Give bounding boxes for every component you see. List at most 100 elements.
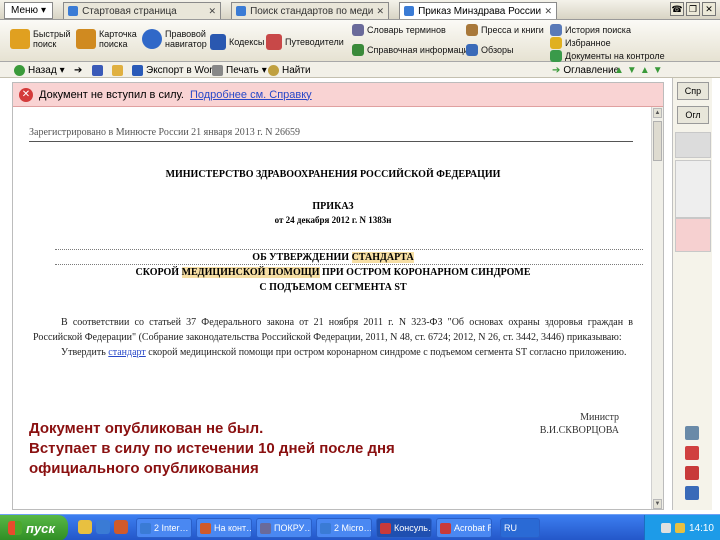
tab-order-document[interactable]: Приказ Минздрава России от 24.12.2… ✕ <box>399 2 558 19</box>
taskbar-item[interactable]: ПОКРУ… <box>256 518 312 538</box>
chevron-down-icon: ▾ <box>261 64 267 76</box>
registration-line: Зарегистрировано в Минюсте России 21 янв… <box>29 127 633 142</box>
ribbon-label: Обзоры <box>481 45 514 55</box>
down-arrow-icon[interactable]: ▼ <box>627 65 637 76</box>
press-books-button[interactable]: Пресса и книги <box>466 24 544 36</box>
forward-arrow-icon: ➔ <box>74 64 83 76</box>
taskbar-item[interactable]: 2 Inter… <box>136 518 192 538</box>
down-arrow-icon[interactable]: ▼ <box>653 65 663 76</box>
phone-icon[interactable]: ☎ <box>670 2 684 16</box>
contents-panel-button[interactable]: Огл <box>677 106 709 124</box>
banner-text: Документ не вступил в силу. <box>39 88 184 101</box>
folder-icon <box>112 64 123 76</box>
scroll-thumb[interactable] <box>653 121 662 161</box>
close-window-icon[interactable]: ✕ <box>702 2 716 16</box>
menu-button[interactable]: Меню ▾ <box>4 2 54 19</box>
start-button[interactable]: пуск <box>0 515 68 540</box>
ribbon-label: Словарь терминов <box>367 25 446 35</box>
terms-dictionary-button[interactable]: Словарь терминов <box>352 24 446 36</box>
legal-navigator-button[interactable]: Правовой навигатор <box>142 29 207 49</box>
search-history-button[interactable]: История поиска <box>550 24 631 36</box>
close-icon[interactable]: ✕ <box>377 6 385 17</box>
tab-start-page[interactable]: Стартовая страница ✕ <box>63 2 222 19</box>
tab-label: Поиск стандартов по медицинск… <box>250 5 372 17</box>
quick-launch-icon[interactable] <box>78 520 92 534</box>
banner-help-link[interactable]: Подробнее см. Справку <box>190 89 312 101</box>
ministry-heading: МИНИСТЕРСТВО ЗДРАВООХРАНЕНИЯ РОССИЙСКОЙ … <box>165 169 501 180</box>
panel-section <box>675 132 711 158</box>
favorites-button[interactable]: Избранное <box>550 37 611 49</box>
system-tray: 14:10 <box>644 515 720 540</box>
save-icon <box>92 64 103 76</box>
flag-icon[interactable] <box>685 446 699 460</box>
back-arrow-icon <box>14 64 25 76</box>
document-view: ✕ Документ не вступил в силу. Подробнее … <box>12 82 664 510</box>
ribbon-label: Избранное <box>565 38 611 48</box>
arrow-icon[interactable] <box>685 426 699 440</box>
taskbar-item[interactable]: На конт… <box>196 518 252 538</box>
clock: 14:10 <box>688 522 714 534</box>
export-word-button[interactable]: Экспорт в Word <box>132 63 218 77</box>
tab-standards-search[interactable]: Поиск стандартов по медицинск… ✕ <box>231 2 390 19</box>
quick-launch-icon[interactable] <box>114 520 128 534</box>
pdf-icon[interactable] <box>685 466 699 480</box>
toolbar-extra: ▲ ▼ ▲ ▼ <box>614 63 663 77</box>
tray-icon[interactable] <box>660 523 671 533</box>
taskbar-item-active[interactable]: Консуль… <box>376 518 432 538</box>
reference-panel-button[interactable]: Спр <box>677 82 709 100</box>
scroll-up-icon[interactable]: ▲ <box>653 108 662 118</box>
back-label: Назад <box>28 64 57 76</box>
up-arrow-icon[interactable]: ▲ <box>640 65 650 76</box>
restore-icon[interactable]: ❐ <box>686 2 700 16</box>
contents-button[interactable]: ➔ Оглавление <box>552 63 619 77</box>
guide-icon <box>266 34 282 50</box>
ribbon-label: Правовой <box>165 29 206 39</box>
quick-launch-icon[interactable] <box>96 520 110 534</box>
tray-icon[interactable] <box>674 523 685 533</box>
taskbar-item[interactable]: 2 Micro… <box>316 518 372 538</box>
standard-link[interactable]: стандарт <box>108 347 146 358</box>
ribbon-label: поиска <box>99 39 128 49</box>
ribbon-label: Карточка <box>99 29 137 39</box>
codes-button[interactable]: Кодексы <box>210 34 264 50</box>
panel-section <box>675 160 711 218</box>
reference-info-button[interactable]: Справочная информация <box>352 44 474 56</box>
windows-taskbar: пуск 2 Inter… На конт… ПОКРУ… 2 Micro… К… <box>0 514 720 540</box>
chevron-down-icon: ▾ <box>59 64 65 76</box>
note-line: Документ опубликован не был. <box>29 420 264 437</box>
up-arrow-icon[interactable]: ▲ <box>614 65 624 76</box>
reviews-button[interactable]: Обзоры <box>466 44 513 56</box>
quick-search-button[interactable]: Быстрый поиск <box>10 29 71 49</box>
find-button[interactable]: Найти <box>268 63 311 77</box>
control-icon <box>550 50 562 62</box>
close-icon[interactable]: ✕ <box>545 6 553 17</box>
app-icon <box>380 522 391 534</box>
body-paragraph: В соответствии со статьей 37 Федеральног… <box>33 317 633 343</box>
print-button[interactable]: Печать ▾ <box>212 63 267 77</box>
chevron-down-icon: ▾ <box>41 5 47 16</box>
open-folder-button[interactable] <box>112 63 123 77</box>
scroll-down-icon[interactable]: ▼ <box>653 499 662 509</box>
title-highlight: МЕДИЦИНСКОЙ ПОМОЩИ <box>181 267 320 278</box>
forward-button[interactable]: ➔ <box>74 63 82 77</box>
language-indicator[interactable]: RU <box>500 518 540 538</box>
save-button[interactable] <box>92 63 103 77</box>
document-title-line: С ПОДЪЕМОМ СЕГМЕНТА ST <box>259 282 407 293</box>
tab-label: Стартовая страница <box>82 5 177 17</box>
taskbar-item-label: Acrobat R… <box>454 523 491 533</box>
close-icon[interactable]: ✕ <box>209 6 217 17</box>
magnifier-icon <box>10 29 30 49</box>
app-icon <box>140 522 151 534</box>
taskbar-item[interactable]: Acrobat R… <box>436 518 492 538</box>
mail-icon[interactable] <box>685 486 699 500</box>
back-button[interactable]: Назад ▾ <box>14 63 65 77</box>
navigator-icon <box>142 29 162 49</box>
tab-strip: Меню ▾ Стартовая страница ✕ Поиск станда… <box>0 0 720 20</box>
taskbar-item-label: Консуль… <box>394 523 431 533</box>
control-documents-button[interactable]: Документы на контроле <box>550 50 665 62</box>
search-card-button[interactable]: Карточка поиска <box>76 29 137 49</box>
guides-button[interactable]: Путеводители <box>266 34 344 50</box>
document-toolbar: Назад ▾ ➔ Экспорт в Word Печать ▾ Найти … <box>0 62 720 78</box>
vertical-scrollbar[interactable]: ▲ ▼ <box>651 107 663 509</box>
ribbon-label: Пресса и книги <box>481 25 544 35</box>
